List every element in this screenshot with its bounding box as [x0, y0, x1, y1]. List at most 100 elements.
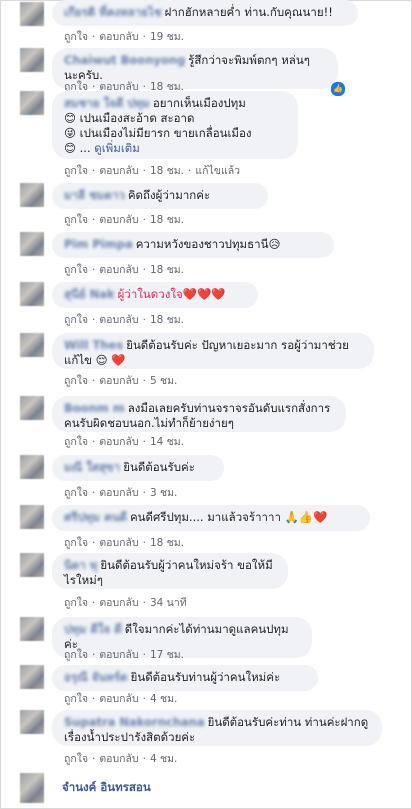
commenter-name[interactable]: นิดา ทุ	[64, 558, 97, 573]
commenter-name[interactable]: Chaiwut Boonyong	[64, 53, 185, 68]
like-link[interactable]: ถูกใจ	[64, 31, 88, 43]
reply-link[interactable]: ตอบกลับ	[99, 375, 138, 387]
comment-actions: ถูกใจ · ตอบกลับ · 14 ชม.	[64, 436, 185, 448]
comment-bubble: มณี ใสสุขา ยินดีต้อนรับค่ะ	[52, 455, 224, 481]
comment-actions: ถูกใจ · ตอบกลับ · 34 นาที	[64, 597, 187, 609]
comment-actions: ถูกใจ · ตอบกลับ · 18 ชม. · แก้ไขแล้ว	[64, 165, 241, 177]
reply-link[interactable]: ตอบกลับ	[99, 649, 138, 661]
timestamp[interactable]: 5 ชม.	[150, 375, 177, 387]
comment-actions: ถูกใจ · ตอบกลับ · 17 ชม.	[64, 649, 185, 661]
comment-text: ยินดีต้อนรับท่านผู้ว่าคนใหม่ค่ะ	[130, 670, 281, 684]
avatar[interactable]	[20, 710, 44, 734]
like-reaction-icon[interactable]: 👍	[330, 81, 346, 97]
commenter-name[interactable]: อรุณี จันทร์ด	[64, 670, 128, 685]
commenter-name[interactable]: Boonm m	[64, 401, 125, 416]
comment-text: คิดถึงผู้ว่ามากค่ะ	[127, 188, 211, 202]
commenter-name[interactable]: จำนงค์ อินทรสอน	[62, 779, 151, 797]
comment-bubble: Boonm m ลงมือเลยครับท่านจราจรอันดับแรกสั่…	[52, 396, 346, 432]
like-link[interactable]: ถูกใจ	[64, 649, 88, 661]
commenter-name[interactable]: Will Thes	[64, 338, 123, 353]
timestamp[interactable]: 17 ชม.	[150, 649, 184, 661]
comment-bubble: อรุณี จันทร์ด ยินดีต้อนรับท่านผู้ว่าคนใหม…	[52, 665, 318, 691]
comment-actions: ถูกใจ · ตอบกลับ · 4 ชม.	[64, 753, 178, 765]
timestamp[interactable]: 18 ชม.	[150, 264, 184, 276]
like-link[interactable]: ถูกใจ	[64, 597, 88, 609]
timestamp[interactable]: 18 ชม.	[150, 314, 184, 326]
like-link[interactable]: ถูกใจ	[64, 487, 88, 499]
comment-bubble: นิดา ทุ ยินดีต้อนรับผู้ว่าคนใหม่จร้า ขอให…	[52, 553, 288, 589]
comment-text: ฝากฮักหลายค่ำ ท่าน.กับคุณนาย!!	[164, 5, 333, 19]
comment-actions: ถูกใจ · ตอบกลับ · 19 ชม.	[64, 31, 185, 43]
reply-link[interactable]: ตอบกลับ	[99, 597, 138, 609]
comment-actions: ถูกใจ · ตอบกลับ · 5 ชม.	[64, 375, 178, 387]
comment-bubble: Pim Pimpa ความหวังของชาวปทุมธานี😥	[52, 232, 334, 258]
comment-actions: ถูกใจ · ตอบกลับ · 3 ชม.	[64, 487, 178, 499]
comment-bubble: สุนีย์ Nak ผู้ว่าในดวงใจ❤️❤️❤️	[52, 282, 258, 308]
timestamp[interactable]: 4 ชม.	[150, 693, 177, 705]
comment-actions: ถูกใจ · ตอบกลับ · 18 ชม.	[64, 314, 185, 326]
comment-actions: ถูกใจ · ตอบกลับ · 4 ชม.	[64, 693, 178, 705]
comment-text: ผู้ว่าในดวงใจ❤️❤️❤️	[117, 287, 226, 301]
reply-link[interactable]: ตอบกลับ	[99, 693, 138, 705]
timestamp[interactable]: 34 นาที	[150, 597, 187, 609]
timestamp[interactable]: 14 ชม.	[150, 436, 184, 448]
like-link[interactable]: ถูกใจ	[64, 214, 88, 226]
see-more-link[interactable]: ดูเพิ่มเติม	[94, 141, 140, 155]
reply-link[interactable]: ตอบกลับ	[99, 214, 138, 226]
avatar[interactable]	[20, 665, 44, 689]
comment-text: ความหวังของชาวปทุมธานี😥	[135, 237, 281, 251]
commenter-name[interactable]: ปทุม ดีใจ ดี	[64, 622, 122, 637]
comment-text: คนดีศรีปทุม.... มาแล้วจร้าาาา 🙏👍❤️	[129, 510, 328, 524]
reply-link[interactable]: ตอบกลับ	[99, 314, 138, 326]
reply-link[interactable]: ตอบกลับ	[99, 264, 138, 276]
avatar[interactable]	[20, 48, 44, 72]
avatar[interactable]	[20, 282, 44, 306]
commenter-name[interactable]: Supatra Nakornchana	[64, 715, 205, 730]
like-link[interactable]: ถูกใจ	[64, 693, 88, 705]
avatar[interactable]	[20, 455, 44, 479]
reply-link[interactable]: ตอบกลับ	[99, 753, 138, 765]
commenter-name[interactable]: ศรีปทุม คนดี	[64, 510, 127, 525]
edited-label[interactable]: แก้ไขแล้ว	[195, 165, 240, 177]
avatar[interactable]	[20, 183, 44, 207]
like-link[interactable]: ถูกใจ	[64, 436, 88, 448]
like-link[interactable]: ถูกใจ	[64, 165, 88, 177]
comment-bubble: Supatra Nakornchana ยินดีต้อนรับค่ะท่าน ท…	[52, 710, 382, 746]
timestamp[interactable]: 4 ชม.	[150, 753, 177, 765]
commenter-name[interactable]: สมชาย ใจดี ปทุม	[64, 96, 150, 111]
comment-line: 😊 ...	[64, 141, 91, 155]
reply-link[interactable]: ตอบกลับ	[99, 487, 138, 499]
like-link[interactable]: ถูกใจ	[64, 753, 88, 765]
commenter-name[interactable]: มณี ใสสุขา	[64, 460, 120, 475]
comment-bubble: ศรีปทุม คนดี คนดีศรีปทุม.... มาแล้วจร้าาา…	[52, 505, 370, 531]
avatar[interactable]	[20, 617, 44, 641]
timestamp[interactable]: 18 ชม.	[150, 165, 184, 177]
comment-bubble: เกียรติ ที่คงหลายไช ฝากฮักหลายค่ำ ท่าน.กั…	[52, 0, 358, 26]
commenter-name[interactable]: สุนีย์ Nak	[64, 287, 115, 302]
reply-link[interactable]: ตอบกลับ	[99, 537, 138, 549]
timestamp[interactable]: 18 ชม.	[150, 214, 184, 226]
comment-actions: ถูกใจ · ตอบกลับ · 18 ชม.	[64, 264, 185, 276]
avatar[interactable]	[20, 2, 44, 26]
timestamp[interactable]: 19 ชม.	[150, 31, 184, 43]
commenter-name[interactable]: มาลี ชมดาว	[64, 188, 125, 203]
reply-link[interactable]: ตอบกลับ	[99, 436, 138, 448]
timestamp[interactable]: 3 ชม.	[150, 487, 177, 499]
avatar[interactable]	[20, 333, 44, 357]
reply-link[interactable]: ตอบกลับ	[99, 165, 138, 177]
avatar[interactable]	[20, 232, 44, 256]
timestamp[interactable]: 18 ชม.	[150, 537, 184, 549]
reply-link[interactable]: ตอบกลับ	[99, 31, 138, 43]
like-link[interactable]: ถูกใจ	[64, 375, 88, 387]
comment-bubble: Will Thes ยินดีต้อนรับค่ะ ปัญหาเยอะมาก รอ…	[52, 333, 374, 369]
avatar[interactable]	[20, 553, 44, 577]
avatar[interactable]	[20, 505, 44, 529]
like-link[interactable]: ถูกใจ	[64, 537, 88, 549]
like-link[interactable]: ถูกใจ	[64, 264, 88, 276]
avatar[interactable]	[20, 91, 44, 115]
avatar[interactable]	[20, 773, 44, 803]
like-link[interactable]: ถูกใจ	[64, 314, 88, 326]
commenter-name[interactable]: เกียรติ ที่คงหลายไช	[64, 5, 162, 20]
avatar[interactable]	[20, 396, 44, 420]
commenter-name[interactable]: Pim Pimpa	[64, 237, 133, 252]
